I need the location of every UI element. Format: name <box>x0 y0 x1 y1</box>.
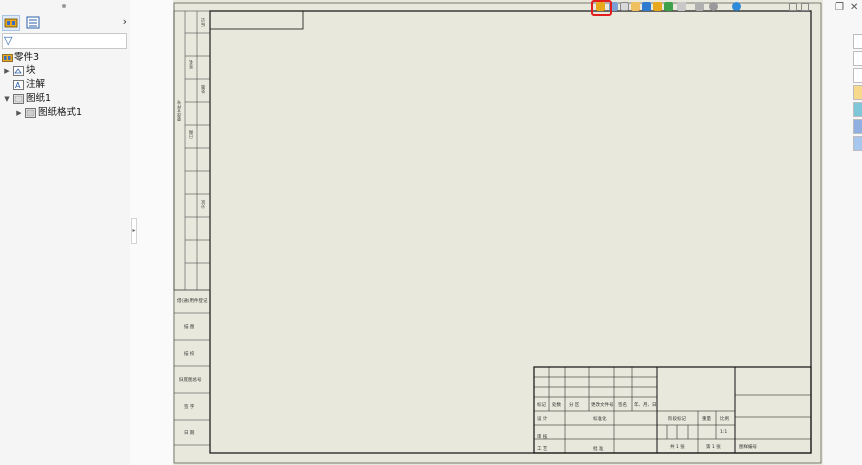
title-block-label: 签名 <box>618 403 627 408</box>
panel-tabs: › <box>0 14 130 32</box>
home-icon[interactable] <box>853 34 862 49</box>
title-block-label: 分 区 <box>569 403 580 408</box>
highlighted-tool-marker <box>591 0 612 16</box>
left-column-label: 旧底图总号 <box>179 378 202 383</box>
expand-arrow-icon[interactable]: ▶ <box>3 64 11 78</box>
view-palette-icon[interactable] <box>853 102 862 117</box>
sheet-format-icon <box>25 108 36 118</box>
restore-window-icon[interactable]: ❐ <box>835 2 844 13</box>
title-block-label: 标准化 <box>593 417 607 422</box>
collapse-arrow-icon[interactable]: ▼ <box>3 92 11 106</box>
tree-item-label: 注解 <box>26 79 46 90</box>
tree-item-label: 图纸格式1 <box>38 107 83 118</box>
appearances-icon[interactable] <box>853 119 862 134</box>
section-view-icon[interactable] <box>653 2 662 11</box>
title-block-label: 设 计 <box>537 417 548 422</box>
title-block-label: 处数 <box>552 403 561 408</box>
close-window-icon[interactable]: ✕ <box>850 2 858 13</box>
design-library-icon[interactable] <box>853 68 862 83</box>
title-block-label: 批 准 <box>593 447 604 452</box>
left-column-label: 描 图 <box>184 325 195 330</box>
strip-label: 日期 <box>188 130 193 139</box>
appearance-icon[interactable] <box>695 2 704 11</box>
heads-up-toolbar <box>589 0 749 14</box>
collapse-panel-handle[interactable]: ▸ <box>131 218 137 244</box>
file-explorer-icon[interactable] <box>853 85 862 100</box>
tree-item-label: 图纸1 <box>26 93 52 104</box>
left-column-label: 签 字 <box>184 405 195 410</box>
title-block-label: 更改文件号 <box>591 403 614 408</box>
chevron-right-icon[interactable]: › <box>123 15 127 28</box>
outer-frame <box>173 2 822 464</box>
display-style-icon[interactable] <box>664 2 673 11</box>
drawing-viewport[interactable]: 更改文件号 签名 日期 标记 处数 分区 借(通)用件登记 描 图 描 校 旧底… <box>173 0 823 465</box>
maximize-view-icon[interactable] <box>801 3 809 11</box>
tree-item-label: 块 <box>26 65 36 76</box>
rotate-icon[interactable] <box>642 2 651 11</box>
tab-feature-tree[interactable] <box>2 15 20 31</box>
property-manager-icon <box>26 16 40 29</box>
title-block-label: 阶段标记 <box>668 417 686 422</box>
tree-item-label: 零件3 <box>14 52 40 63</box>
title-block-label: 审 核 <box>537 435 548 440</box>
scene-icon[interactable] <box>709 2 718 11</box>
svg-text:A: A <box>15 81 21 90</box>
title-block-label: 标记 <box>537 403 546 408</box>
filter-icon: ▽ <box>4 34 13 47</box>
left-column-label: 借(通)用件登记 <box>177 299 208 304</box>
title-block-label: 年、月、日 <box>634 403 657 408</box>
previous-view-icon[interactable] <box>620 2 629 11</box>
left-column-label: 描 校 <box>184 352 195 357</box>
part-icon <box>2 54 13 62</box>
title-block-label: 重量 <box>702 417 711 422</box>
code-box <box>209 10 304 30</box>
strip-label: 签名 <box>188 60 193 69</box>
hide-show-icon[interactable] <box>677 2 686 11</box>
title-block-label: 图样编号 <box>739 445 757 450</box>
title-block <box>533 366 812 454</box>
title-block-label: 比例 <box>720 417 729 422</box>
tab-property-manager[interactable] <box>24 15 42 31</box>
feature-tree-icon <box>4 18 18 28</box>
left-column-label: 日 期 <box>184 431 195 436</box>
annotation-icon: A <box>13 80 24 90</box>
pan-icon[interactable] <box>631 2 640 11</box>
blocks-folder-icon <box>13 66 24 76</box>
panel-grip[interactable] <box>62 4 66 8</box>
split-view-icon[interactable] <box>789 3 797 11</box>
custom-properties-icon[interactable] <box>853 136 862 151</box>
title-block-label: 工 艺 <box>537 447 548 452</box>
strip-label: 分区 <box>200 200 205 209</box>
inner-border <box>209 10 812 454</box>
sheet-number: 第 1 张 <box>706 445 721 450</box>
strip-label: 标记 <box>200 18 205 27</box>
drawing-sheet <box>173 2 822 464</box>
strip-label: 处数 <box>200 85 205 94</box>
tree-filter-input[interactable]: ▽ <box>2 33 127 49</box>
sheet-icon <box>13 94 24 104</box>
expand-arrow-icon[interactable]: ▶ <box>15 106 23 120</box>
feature-manager-panel: › ▽ 零件3 ▶ 块 A 注解 ▼ 图纸1 ▶ 图纸格式1 <box>0 0 131 465</box>
view-settings-icon[interactable] <box>732 2 741 11</box>
sheet-count: 共 1 张 <box>670 445 685 450</box>
strip-label: 更改文件号 <box>176 100 181 121</box>
scale-value: 1:1 <box>720 430 728 435</box>
resources-icon[interactable] <box>853 51 862 66</box>
